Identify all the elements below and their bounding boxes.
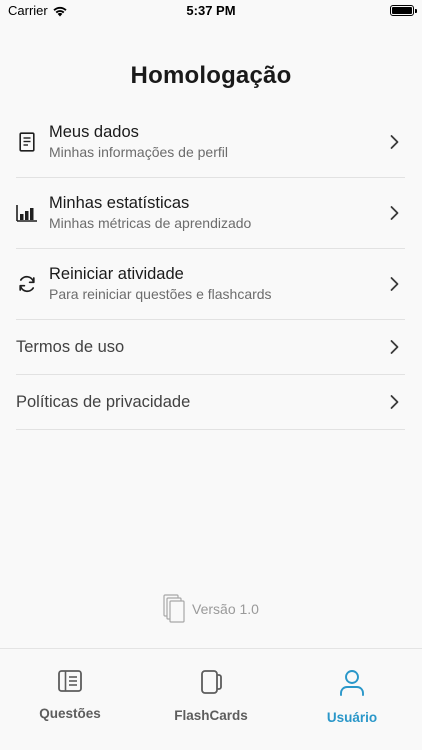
chevron-right-icon xyxy=(390,340,399,354)
menu-item-termos-de-uso[interactable]: Termos de uso xyxy=(16,320,405,375)
tab-flashcards[interactable]: FlashCards xyxy=(141,669,281,723)
menu-item-title: Termos de uso xyxy=(16,337,125,356)
chevron-right-icon xyxy=(390,135,399,149)
chevron-right-icon xyxy=(390,395,399,409)
menu-item-subtitle: Minhas informações de perfil xyxy=(49,144,228,160)
menu-item-title: Políticas de privacidade xyxy=(16,392,191,411)
status-bar: Carrier 5:37 PM xyxy=(0,0,422,24)
refresh-icon xyxy=(16,273,38,295)
status-time: 5:37 PM xyxy=(186,3,236,18)
copy-stack-icon xyxy=(163,594,185,623)
tab-bar: Questões FlashCards Usuário xyxy=(0,648,422,750)
cards-icon xyxy=(201,670,222,694)
menu-item-subtitle: Para reiniciar questões e flashcards xyxy=(49,286,272,302)
chevron-right-icon xyxy=(390,277,399,291)
user-icon xyxy=(340,670,364,696)
chevron-right-icon xyxy=(390,206,399,220)
tab-label: Questões xyxy=(39,706,101,721)
menu-item-subtitle: Minhas métricas de aprendizado xyxy=(49,215,252,231)
menu-item-politicas-de-privacidade[interactable]: Políticas de privacidade xyxy=(16,375,405,430)
menu-item-title: Meus dados xyxy=(49,123,139,141)
app-version: Versão 1.0 xyxy=(0,594,422,624)
bar-chart-icon xyxy=(16,202,38,224)
menu-item-reiniciar-atividade[interactable]: Reiniciar atividade Para reiniciar quest… xyxy=(16,249,405,320)
version-label: Versão 1.0 xyxy=(192,601,259,617)
tab-usuario[interactable]: Usuário xyxy=(282,669,422,725)
battery-icon xyxy=(390,5,417,16)
tab-label: Usuário xyxy=(326,710,378,725)
tab-label: FlashCards xyxy=(174,708,248,723)
settings-menu: Meus dados Minhas informações de perfil … xyxy=(16,107,405,430)
page-title: Homologação xyxy=(130,62,292,89)
list-icon xyxy=(58,670,82,692)
menu-item-title: Reiniciar atividade xyxy=(49,265,184,283)
menu-item-meus-dados[interactable]: Meus dados Minhas informações de perfil xyxy=(16,107,405,178)
menu-item-minhas-estatisticas[interactable]: Minhas estatísticas Minhas métricas de a… xyxy=(16,178,405,249)
menu-item-title: Minhas estatísticas xyxy=(49,194,190,212)
document-icon xyxy=(16,131,38,153)
tab-questoes[interactable]: Questões xyxy=(0,669,140,721)
